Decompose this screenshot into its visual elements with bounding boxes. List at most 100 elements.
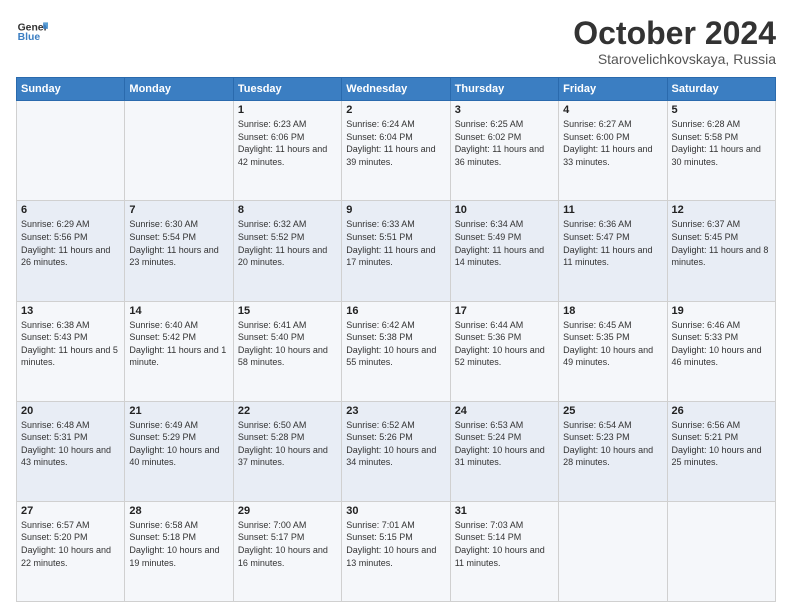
day-number: 26 [672, 405, 771, 417]
day-number: 15 [238, 305, 337, 317]
calendar-table: SundayMondayTuesdayWednesdayThursdayFrid… [16, 77, 776, 602]
cell-text: Sunrise: 6:25 AM Sunset: 6:02 PM Dayligh… [455, 118, 554, 168]
calendar-cell: 1Sunrise: 6:23 AM Sunset: 6:06 PM Daylig… [233, 101, 341, 201]
week-row: 20 Sunrise: 6:48 AM Sunset: 5:31 PM Dayli… [17, 401, 776, 501]
weekday-header-sunday: Sunday [17, 78, 125, 101]
day-number: 16 [346, 305, 445, 317]
day-number: 19 [672, 305, 771, 317]
day-number: 12 [672, 204, 771, 216]
day-number: 29 [238, 505, 337, 517]
calendar-cell: 3 Sunrise: 6:25 AM Sunset: 6:02 PM Daylig… [450, 101, 558, 201]
day-number: 31 [455, 505, 554, 517]
logo-icon: General Blue [16, 16, 48, 48]
calendar-cell: 5 Sunrise: 6:28 AM Sunset: 5:58 PM Daylig… [667, 101, 775, 201]
calendar-cell [559, 501, 667, 601]
day-number: 20 [21, 405, 120, 417]
calendar-cell: 23 Sunrise: 6:52 AM Sunset: 5:26 PM Dayli… [342, 401, 450, 501]
day-number: 9 [346, 204, 445, 216]
weekday-header-wednesday: Wednesday [342, 78, 450, 101]
day-number: 6 [21, 204, 120, 216]
cell-text: Sunrise: 6:49 AM Sunset: 5:29 PM Dayligh… [129, 419, 228, 469]
weekday-header-friday: Friday [559, 78, 667, 101]
cell-text: Sunrise: 6:28 AM Sunset: 5:58 PM Dayligh… [672, 118, 771, 168]
calendar-cell: 26 Sunrise: 6:56 AM Sunset: 5:21 PM Dayli… [667, 401, 775, 501]
cell-text: Sunrise: 6:29 AM Sunset: 5:56 PM Dayligh… [21, 218, 120, 268]
cell-text: Sunrise: 6:57 AM Sunset: 5:20 PM Dayligh… [21, 519, 120, 569]
title-block: October 2024 Starovelichkovskaya, Russia [573, 16, 776, 67]
week-row: 1Sunrise: 6:23 AM Sunset: 6:06 PM Daylig… [17, 101, 776, 201]
cell-text: Sunrise: 6:27 AM Sunset: 6:00 PM Dayligh… [563, 118, 662, 168]
month-title: October 2024 [573, 16, 776, 51]
calendar-cell: 28 Sunrise: 6:58 AM Sunset: 5:18 PM Dayli… [125, 501, 233, 601]
calendar-body: 1Sunrise: 6:23 AM Sunset: 6:06 PM Daylig… [17, 101, 776, 602]
calendar-cell: 22 Sunrise: 6:50 AM Sunset: 5:28 PM Dayli… [233, 401, 341, 501]
weekday-header-monday: Monday [125, 78, 233, 101]
calendar-cell: 4 Sunrise: 6:27 AM Sunset: 6:00 PM Daylig… [559, 101, 667, 201]
calendar-cell: 8Sunrise: 6:32 AM Sunset: 5:52 PM Daylig… [233, 201, 341, 301]
day-number: 17 [455, 305, 554, 317]
weekday-row: SundayMondayTuesdayWednesdayThursdayFrid… [17, 78, 776, 101]
calendar-cell: 14 Sunrise: 6:40 AM Sunset: 5:42 PM Dayli… [125, 301, 233, 401]
calendar-cell: 7Sunrise: 6:30 AM Sunset: 5:54 PM Daylig… [125, 201, 233, 301]
calendar-cell: 2Sunrise: 6:24 AM Sunset: 6:04 PM Daylig… [342, 101, 450, 201]
weekday-header-tuesday: Tuesday [233, 78, 341, 101]
cell-text: Sunrise: 6:54 AM Sunset: 5:23 PM Dayligh… [563, 419, 662, 469]
calendar-cell: 17 Sunrise: 6:44 AM Sunset: 5:36 PM Dayli… [450, 301, 558, 401]
calendar-cell: 16Sunrise: 6:42 AM Sunset: 5:38 PM Dayli… [342, 301, 450, 401]
calendar-cell: 12 Sunrise: 6:37 AM Sunset: 5:45 PM Dayli… [667, 201, 775, 301]
day-number: 14 [129, 305, 228, 317]
day-number: 23 [346, 405, 445, 417]
cell-text: Sunrise: 6:48 AM Sunset: 5:31 PM Dayligh… [21, 419, 120, 469]
day-number: 3 [455, 104, 554, 116]
day-number: 27 [21, 505, 120, 517]
cell-text: Sunrise: 6:30 AM Sunset: 5:54 PM Dayligh… [129, 218, 228, 268]
day-number: 11 [563, 204, 662, 216]
cell-text: Sunrise: 7:03 AM Sunset: 5:14 PM Dayligh… [455, 519, 554, 569]
svg-text:Blue: Blue [18, 32, 41, 43]
day-number: 25 [563, 405, 662, 417]
day-number: 21 [129, 405, 228, 417]
cell-text: Sunrise: 6:37 AM Sunset: 5:45 PM Dayligh… [672, 218, 771, 268]
page-header: General Blue October 2024 Starovelichkov… [16, 16, 776, 67]
calendar-cell: 13 Sunrise: 6:38 AM Sunset: 5:43 PM Dayli… [17, 301, 125, 401]
cell-text: Sunrise: 6:56 AM Sunset: 5:21 PM Dayligh… [672, 419, 771, 469]
logo: General Blue [16, 16, 48, 48]
cell-text: Sunrise: 6:40 AM Sunset: 5:42 PM Dayligh… [129, 319, 228, 369]
day-number: 22 [238, 405, 337, 417]
calendar-cell [17, 101, 125, 201]
week-row: 6 Sunrise: 6:29 AM Sunset: 5:56 PM Daylig… [17, 201, 776, 301]
day-number: 30 [346, 505, 445, 517]
calendar-cell: 27 Sunrise: 6:57 AM Sunset: 5:20 PM Dayli… [17, 501, 125, 601]
cell-text: Sunrise: 6:58 AM Sunset: 5:18 PM Dayligh… [129, 519, 228, 569]
cell-text: Sunrise: 6:46 AM Sunset: 5:33 PM Dayligh… [672, 319, 771, 369]
calendar-cell [125, 101, 233, 201]
cell-text: Sunrise: 6:44 AM Sunset: 5:36 PM Dayligh… [455, 319, 554, 369]
day-number: 1 [238, 104, 337, 116]
calendar-cell: 20 Sunrise: 6:48 AM Sunset: 5:31 PM Dayli… [17, 401, 125, 501]
day-number: 5 [672, 104, 771, 116]
day-number: 13 [21, 305, 120, 317]
weekday-header-saturday: Saturday [667, 78, 775, 101]
cell-text: Sunrise: 6:53 AM Sunset: 5:24 PM Dayligh… [455, 419, 554, 469]
week-row: 27 Sunrise: 6:57 AM Sunset: 5:20 PM Dayli… [17, 501, 776, 601]
cell-text: Sunrise: 6:32 AM Sunset: 5:52 PM Dayligh… [238, 218, 337, 268]
cell-text: Sunrise: 6:36 AM Sunset: 5:47 PM Dayligh… [563, 218, 662, 268]
cell-text: Sunrise: 6:34 AM Sunset: 5:49 PM Dayligh… [455, 218, 554, 268]
day-number: 28 [129, 505, 228, 517]
calendar-cell: 9 Sunrise: 6:33 AM Sunset: 5:51 PM Daylig… [342, 201, 450, 301]
calendar-cell [667, 501, 775, 601]
calendar-cell: 15Sunrise: 6:41 AM Sunset: 5:40 PM Dayli… [233, 301, 341, 401]
calendar-cell: 30Sunrise: 7:01 AM Sunset: 5:15 PM Dayli… [342, 501, 450, 601]
day-number: 2 [346, 104, 445, 116]
calendar-cell: 21 Sunrise: 6:49 AM Sunset: 5:29 PM Dayli… [125, 401, 233, 501]
day-number: 24 [455, 405, 554, 417]
location-subtitle: Starovelichkovskaya, Russia [573, 51, 776, 67]
calendar-cell: 6 Sunrise: 6:29 AM Sunset: 5:56 PM Daylig… [17, 201, 125, 301]
calendar-cell: 18Sunrise: 6:45 AM Sunset: 5:35 PM Dayli… [559, 301, 667, 401]
cell-text: Sunrise: 6:50 AM Sunset: 5:28 PM Dayligh… [238, 419, 337, 469]
day-number: 4 [563, 104, 662, 116]
cell-text: Sunrise: 6:52 AM Sunset: 5:26 PM Dayligh… [346, 419, 445, 469]
calendar-cell: 25 Sunrise: 6:54 AM Sunset: 5:23 PM Dayli… [559, 401, 667, 501]
cell-text: Sunrise: 6:33 AM Sunset: 5:51 PM Dayligh… [346, 218, 445, 268]
cell-text: Sunrise: 6:38 AM Sunset: 5:43 PM Dayligh… [21, 319, 120, 369]
